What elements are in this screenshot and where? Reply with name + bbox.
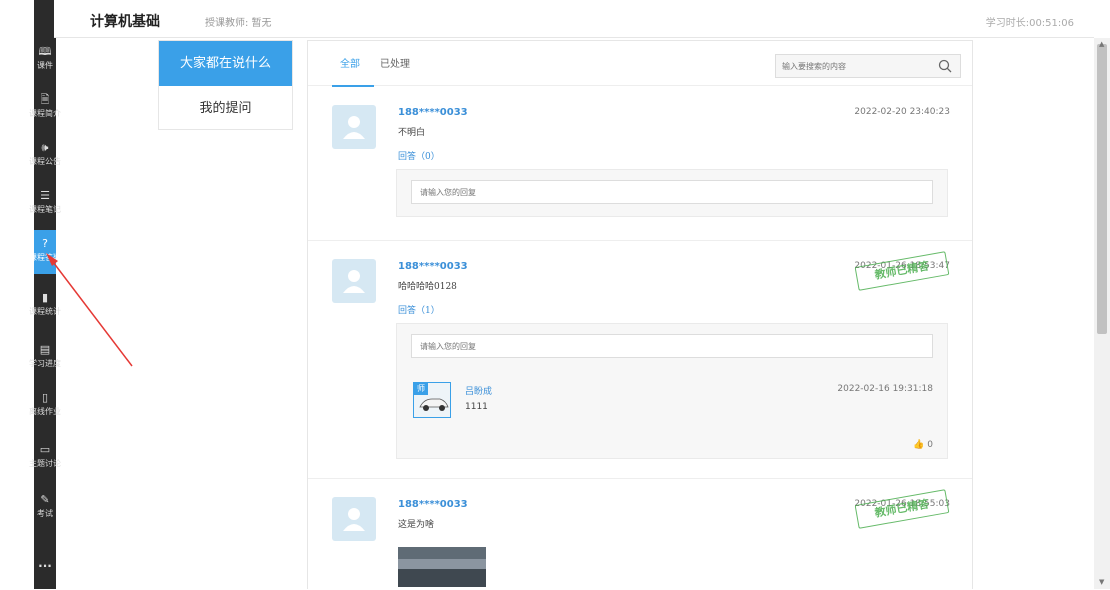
reply-input[interactable] <box>411 334 933 358</box>
reply-text: 1111 <box>465 402 488 412</box>
sidebar-item-qa[interactable]: ? 课程答疑 <box>29 230 61 274</box>
sidebar-item-progress[interactable]: ▤ 学习进度 <box>29 336 61 380</box>
study-timer: 学习时长:00:51:06 <box>985 18 1074 29</box>
reply-box <box>396 169 948 217</box>
homework-icon: ▯ <box>41 391 49 404</box>
sidebar-item-exam[interactable]: ✎ 考试 <box>34 486 56 530</box>
bar-chart-icon: ▮ <box>41 291 49 304</box>
user-icon <box>343 508 365 531</box>
tab-my-questions[interactable]: 我的提问 <box>159 86 292 131</box>
thumbs-up-icon: 👍 <box>913 440 925 450</box>
like-button[interactable]: 👍 0 <box>913 440 933 450</box>
attached-image[interactable] <box>398 547 486 587</box>
teacher-label: 授课教师: 暂无 <box>205 18 272 29</box>
question-icon: ? <box>42 237 48 250</box>
notes-icon: ☰ <box>40 189 50 202</box>
reply-user[interactable]: 吕盼成 <box>465 384 492 397</box>
user-icon <box>343 116 365 139</box>
question-content: 哈哈哈哈0128 <box>398 282 457 292</box>
more-icon: ··· <box>38 559 52 573</box>
reply-count-link[interactable]: 回答（0） <box>398 149 440 162</box>
reply-count-link[interactable]: 回答（1） <box>398 303 440 316</box>
scroll-up-arrow[interactable]: ▲ <box>1099 40 1104 48</box>
question-item: 188****0033 2022-01-26 18:53:47 教师已精答 哈哈… <box>308 241 972 479</box>
sidebar-item-homework[interactable]: ▯ 离线作业 <box>29 384 61 428</box>
course-title: 计算机基础 <box>90 14 160 30</box>
left-margin <box>0 0 34 589</box>
reply-time: 2022-02-16 19:31:18 <box>837 384 933 394</box>
document-icon: 🗎 <box>40 93 50 106</box>
question-user: 188****0033 <box>398 107 468 118</box>
more-button[interactable]: ··· <box>34 554 56 584</box>
filter-tabs: 全部 已处理 <box>308 41 972 87</box>
like-count: 0 <box>927 440 933 450</box>
user-avatar <box>332 105 376 149</box>
tab-all[interactable]: 全部 <box>340 55 360 70</box>
sidebar-item-label: 主题讨论 <box>29 459 61 468</box>
question-content: 不明白 <box>398 128 426 138</box>
question-user: 188****0033 <box>398 499 468 510</box>
exam-icon: ✎ <box>40 493 50 506</box>
sidebar-item-label: 课程公告 <box>29 157 61 166</box>
speaker-icon: 🕪 <box>41 141 49 154</box>
top-bar: 计算机基础 授课教师: 暂无 学习时长:00:51:06 <box>54 0 1094 38</box>
sidebar-item-announcement[interactable]: 🕪 课程公告 <box>29 134 61 178</box>
question-time: 2022-02-20 23:40:23 <box>854 107 950 117</box>
sidebar-item-courseware[interactable]: 🕮 课件 <box>34 38 56 82</box>
tab-processed[interactable]: 已处理 <box>380 55 410 70</box>
question-user: 188****0033 <box>398 261 468 272</box>
progress-icon: ▤ <box>39 343 51 356</box>
search-icon[interactable] <box>938 59 952 73</box>
question-item: 188****0033 2022-02-20 23:40:23 不明白 回答（0… <box>308 87 972 241</box>
left-tab-menu: 大家都在说什么 我的提问 <box>158 40 293 130</box>
answered-stamp: 教师已精答 <box>854 251 950 291</box>
scrollbar-thumb[interactable] <box>1097 44 1107 334</box>
scroll-down-arrow[interactable]: ▼ <box>1099 578 1104 586</box>
sidebar-item-label: 课程简介 <box>29 109 61 118</box>
reply-box: 师 吕盼成 2022-02-16 19:31:18 1111 👍 0 <box>396 323 948 459</box>
question-item: 188****0033 2022-01-26 18:55:03 教师已精答 这是… <box>308 479 972 590</box>
search-box <box>775 54 961 78</box>
sidebar-item-notes[interactable]: ☰ 课程笔记 <box>29 182 61 226</box>
search-input[interactable] <box>782 55 932 77</box>
teacher-avatar: 师 <box>413 382 451 418</box>
sidebar-item-label: 课程答疑 <box>29 253 61 262</box>
sidebar-item-label: 考试 <box>37 509 53 518</box>
book-icon: 🕮 <box>38 45 52 58</box>
question-content: 这是为啥 <box>398 520 435 530</box>
sidebar-item-label: 离线作业 <box>29 407 61 416</box>
teacher-badge: 师 <box>414 383 428 395</box>
user-icon <box>343 270 365 293</box>
user-avatar <box>332 259 376 303</box>
user-avatar <box>332 497 376 541</box>
sidebar-item-label: 课程笔记 <box>29 205 61 214</box>
sidebar-item-intro[interactable]: 🗎 课程简介 <box>29 86 61 130</box>
qa-panel: 全部 已处理 188****0033 2022-02-20 23:40:23 不… <box>307 40 973 589</box>
answered-stamp: 教师已精答 <box>854 489 950 529</box>
chat-icon: ▭ <box>39 443 51 456</box>
sidebar-item-statistics[interactable]: ▮ 课程统计 <box>29 284 61 328</box>
sidebar-item-label: 学习进度 <box>29 359 61 368</box>
tab-everyone[interactable]: 大家都在说什么 <box>159 41 292 86</box>
sidebar-item-label: 课程统计 <box>29 307 61 316</box>
sidebar-item-discussion[interactable]: ▭ 主题讨论 <box>29 436 61 480</box>
sidebar-item-label: 课件 <box>37 61 53 70</box>
reply-input[interactable] <box>411 180 933 204</box>
